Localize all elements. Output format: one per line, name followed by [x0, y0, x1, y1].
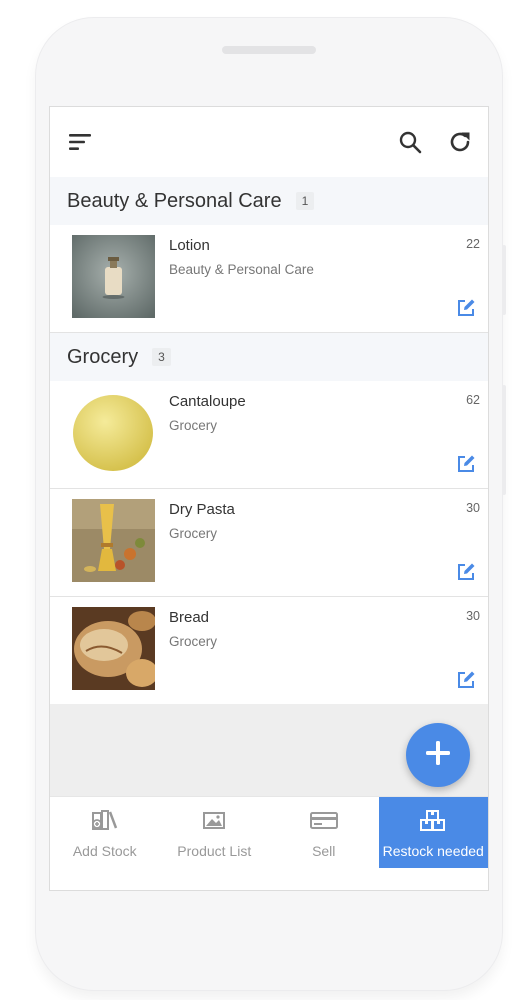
- lotion-image: [72, 235, 155, 318]
- bread-image: [72, 607, 155, 690]
- product-name: Bread: [169, 609, 210, 626]
- phone-side-button: [502, 385, 506, 495]
- toolbar: [50, 107, 488, 177]
- product-category: Grocery: [169, 418, 218, 433]
- nav-add-stock[interactable]: Add Stock: [50, 797, 160, 868]
- section-title: Grocery: [67, 345, 139, 368]
- section-count-badge: 3: [152, 348, 171, 366]
- list-item[interactable]: Bread Grocery 30: [50, 597, 488, 705]
- product-quantity: 30: [466, 609, 480, 623]
- list-item[interactable]: Cantaloupe Grocery 62: [50, 381, 488, 489]
- product-quantity: 62: [466, 393, 480, 407]
- plus-icon: [425, 740, 451, 771]
- bottom-nav: Add Stock Product List Sell Restock need…: [50, 796, 488, 868]
- list-item[interactable]: Lotion Beauty & Personal Care 22: [50, 225, 488, 333]
- section-header: Grocery 3: [50, 333, 488, 381]
- menu-icon[interactable]: [62, 124, 98, 160]
- product-name: Cantaloupe: [169, 393, 246, 410]
- nav-sell[interactable]: Sell: [269, 797, 379, 868]
- section-header: Beauty & Personal Care 1: [50, 177, 488, 225]
- product-name: Lotion: [169, 237, 210, 254]
- product-name: Dry Pasta: [169, 501, 235, 518]
- list-item[interactable]: Dry Pasta Grocery 30: [50, 489, 488, 597]
- product-category: Grocery: [169, 526, 218, 541]
- edit-icon[interactable]: [456, 670, 476, 690]
- edit-icon[interactable]: [456, 298, 476, 318]
- phone-speaker: [222, 46, 316, 54]
- nav-product-list[interactable]: Product List: [160, 797, 270, 868]
- product-quantity: 22: [466, 237, 480, 251]
- add-product-button[interactable]: [406, 723, 470, 787]
- add-stock-icon: [91, 809, 119, 833]
- section-count-badge: 1: [295, 192, 315, 210]
- edit-icon[interactable]: [456, 454, 476, 474]
- nav-label: Restock needed: [382, 843, 484, 859]
- search-icon[interactable]: [392, 124, 428, 160]
- refresh-icon[interactable]: [442, 124, 478, 160]
- nav-label: Add Stock: [72, 843, 137, 859]
- edit-icon[interactable]: [456, 562, 476, 582]
- cantaloupe-image: [72, 391, 155, 474]
- pasta-image: [72, 499, 155, 582]
- boxes-icon: [419, 809, 447, 833]
- product-list: Beauty & Personal Care 1 Lotion Beauty &…: [50, 177, 488, 705]
- product-quantity: 30: [466, 501, 480, 515]
- nav-restock-needed[interactable]: Restock needed: [378, 797, 488, 868]
- product-category: Beauty & Personal Care: [169, 262, 314, 277]
- image-icon: [202, 809, 226, 833]
- nav-label: Sell: [312, 843, 336, 859]
- product-category: Grocery: [169, 634, 218, 649]
- app-screen: Beauty & Personal Care 1 Lotion Beauty &…: [49, 106, 489, 891]
- phone-side-button: [502, 245, 506, 315]
- nav-label: Product List: [177, 843, 252, 859]
- card-icon: [309, 809, 338, 833]
- section-title: Beauty & Personal Care: [67, 189, 282, 212]
